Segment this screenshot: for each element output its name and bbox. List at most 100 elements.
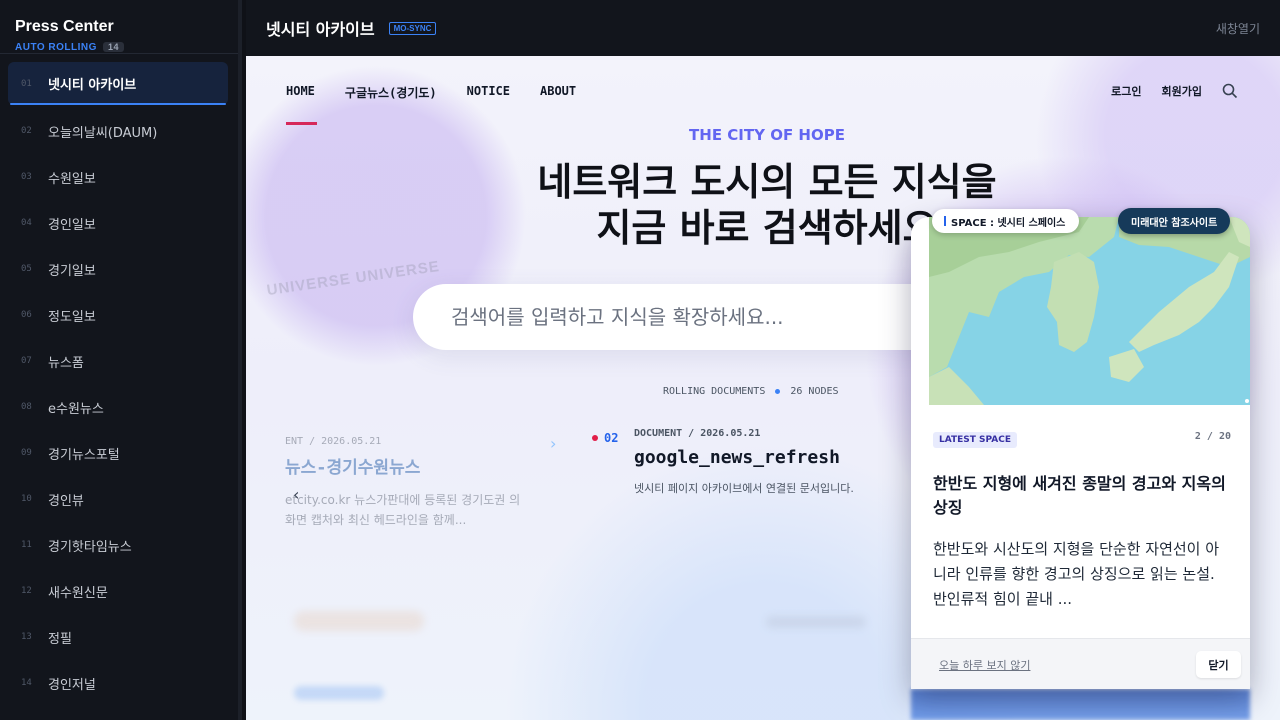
viewer-title: 넷시티 아카이브 bbox=[266, 20, 375, 39]
sidebar-item-label: 새수원신문 bbox=[48, 585, 108, 601]
chip-accent-icon bbox=[944, 216, 946, 226]
sidebar-item-number: 09 bbox=[21, 448, 32, 458]
chevron-right-icon[interactable]: › bbox=[550, 434, 556, 453]
sidebar-item-e-suwon-news[interactable]: 08 e수원뉴스 bbox=[8, 384, 228, 430]
document-title: 뉴스-경기수원뉴스 bbox=[285, 458, 421, 478]
nav-google-news[interactable]: 구글뉴스(경기도) bbox=[345, 84, 437, 101]
nav-about[interactable]: ABOUT bbox=[540, 84, 576, 101]
sidebar-item-label: 경인일보 bbox=[48, 217, 96, 233]
sidebar-item-label: 정도일보 bbox=[48, 309, 96, 325]
universe-watermark: UNIVERSE UNIVERSE bbox=[265, 257, 441, 300]
rolling-dot-icon bbox=[775, 389, 781, 394]
sidebar-item-number: 14 bbox=[21, 678, 32, 688]
sidebar-item-kyeonggi-ilbo[interactable]: 05 경기일보 bbox=[8, 246, 228, 292]
hide-today-link[interactable]: 오늘 하루 보지 않기 bbox=[939, 657, 1030, 673]
item-count-badge: 14 bbox=[102, 42, 124, 52]
sidebar-item-number: 13 bbox=[21, 632, 32, 642]
sidebar-item-label: 경인뷰 bbox=[48, 493, 84, 509]
sidebar-item-newsform[interactable]: 07 뉴스폼 bbox=[8, 338, 228, 384]
sidebar-item-number: 03 bbox=[21, 172, 32, 182]
sidebar-item-label: e수원뉴스 bbox=[48, 401, 104, 417]
popup-backdrop-band bbox=[911, 689, 1250, 720]
signup-link[interactable]: 회원가입 bbox=[1162, 83, 1202, 99]
sidebar-item-label: 경기뉴스포털 bbox=[48, 447, 120, 463]
site-nav: HOME 구글뉴스(경기도) NOTICE ABOUT bbox=[286, 84, 576, 101]
popup-footer: 오늘 하루 보지 않기 닫기 bbox=[911, 638, 1250, 689]
document-description: 넷시티 페이지 아카이브에서 연결된 문서입니다. bbox=[634, 482, 854, 495]
sidebar-item-number: 01 bbox=[21, 78, 32, 89]
popup-title: 한반도 지형에 새겨진 종말의 경고와 지옥의 상징 bbox=[933, 474, 1226, 517]
sidebar-subtitle: AUTO ROLLING 14 bbox=[15, 42, 223, 53]
document-description: etcity.co.kr 뉴스가판대에 등록된 경기도권 의 화면 캡처와 최신… bbox=[285, 493, 521, 528]
sidebar-item-kyeongin-view[interactable]: 10 경인뷰 bbox=[8, 476, 228, 522]
sidebar-item-label: 오늘의날씨(DAUM) bbox=[48, 125, 158, 141]
sidebar-item-weather-daum[interactable]: 02 오늘의날씨(DAUM) bbox=[8, 108, 228, 154]
sidebar-item-suwon-ilbo[interactable]: 03 수원일보 bbox=[8, 154, 228, 200]
sidebar-item-label: 경기일보 bbox=[48, 263, 96, 279]
viewer-topbar: 넷시티 아카이브 MO-SYNC 새창열기 bbox=[246, 0, 1280, 56]
sidebar-item-jeongpil[interactable]: 13 정필 bbox=[8, 614, 228, 660]
sidebar-item-netcity-archive[interactable]: 01 넷시티 아카이브 bbox=[8, 62, 228, 105]
sidebar-list: 01 넷시티 아카이브 02 오늘의날씨(DAUM) 03 수원일보 04 경인일보 0… bbox=[0, 54, 238, 706]
document-body: DOCUMENT / 2026.05.21 google_news_refres… bbox=[634, 428, 922, 496]
sync-badge: MO-SYNC bbox=[388, 21, 437, 35]
latest-space-tag: LATEST SPACE bbox=[933, 432, 1018, 448]
sidebar-item-label: 경인저널 bbox=[48, 677, 96, 693]
hero-kicker: THE CITY OF HOPE bbox=[689, 126, 845, 144]
sidebar-item-number: 08 bbox=[21, 402, 32, 412]
nav-notice[interactable]: NOTICE bbox=[467, 84, 510, 101]
search-box bbox=[413, 284, 953, 350]
nav-active-indicator bbox=[286, 122, 317, 125]
sidebar-item-label: 정필 bbox=[48, 631, 72, 647]
sidebar-item-number: 10 bbox=[21, 494, 32, 504]
sidebar-title: Press Center bbox=[15, 18, 114, 35]
close-button[interactable]: 닫기 bbox=[1196, 651, 1241, 678]
sidebar-item-label: 수원일보 bbox=[48, 171, 96, 187]
sidebar-item-kyeongin-journal[interactable]: 14 경인저널 bbox=[8, 660, 228, 706]
sidebar-item-number: 12 bbox=[21, 586, 32, 596]
active-dot-icon bbox=[592, 435, 598, 441]
sidebar-item-number: 05 bbox=[21, 264, 32, 274]
blurred-tag bbox=[294, 686, 384, 700]
sidebar-item-jeongdo-ilbo[interactable]: 06 정도일보 bbox=[8, 292, 228, 338]
sidebar-item-number: 02 bbox=[21, 126, 32, 136]
login-link[interactable]: 로그인 bbox=[1111, 83, 1141, 99]
sidebar-item-kyeongin-ilbo[interactable]: 04 경인일보 bbox=[8, 200, 228, 246]
current-document-card[interactable]: 02 DOCUMENT / 2026.05.21 google_news_ref… bbox=[592, 428, 922, 496]
search-input[interactable] bbox=[413, 284, 953, 350]
reference-site-button[interactable]: 미래대안 참조사이트 bbox=[1118, 208, 1231, 234]
sidebar-item-label: 넷시티 아카이브 bbox=[48, 78, 137, 93]
open-new-window-link[interactable]: 새창열기 bbox=[1216, 20, 1260, 37]
document-index: 02 bbox=[592, 431, 618, 445]
sidebar-item-gyeonggi-hottime-news[interactable]: 11 경기핫타임뉴스 bbox=[8, 522, 228, 568]
blurred-tag bbox=[294, 611, 424, 631]
document-title: google_news_refresh bbox=[634, 447, 840, 468]
korean-peninsula-map-image bbox=[929, 217, 1250, 405]
sidebar-item-number: 04 bbox=[21, 218, 32, 228]
sidebar-item-number: 11 bbox=[21, 540, 32, 550]
sidebar-item-new-suwon-shinmun[interactable]: 12 새수원신문 bbox=[8, 568, 228, 614]
popup-page-indicator: 2 / 20 bbox=[1194, 431, 1231, 442]
space-popup: LATEST SPACE 2 / 20 한반도 지형에 새겨진 종말의 경고와 … bbox=[911, 217, 1250, 689]
sidebar-item-gyeonggi-news-portal[interactable]: 09 경기뉴스포털 bbox=[8, 430, 228, 476]
sidebar-item-number: 07 bbox=[21, 356, 32, 366]
popup-description: 한반도와 시산도의 지형을 단순한 자연선이 아니라 인류를 향한 경고의 상징… bbox=[933, 540, 1220, 608]
chevron-left-icon[interactable]: ‹ bbox=[293, 485, 299, 504]
sidebar-item-label: 경기핫타임뉴스 bbox=[48, 539, 132, 555]
previous-document-card[interactable]: ENT / 2026.05.21 뉴스-경기수원뉴스 etcity.co.kr … bbox=[285, 436, 535, 531]
document-index-number: 02 bbox=[604, 431, 619, 445]
sidebar-item-label: 뉴스폼 bbox=[48, 355, 84, 371]
nav-home[interactable]: HOME bbox=[286, 84, 315, 101]
popup-body: LATEST SPACE 2 / 20 한반도 지형에 새겨진 종말의 경고와 … bbox=[933, 427, 1231, 611]
headline-line-1: 네트워크 도시의 모든 지식을 bbox=[537, 160, 997, 204]
rolling-status: ROLLING DOCUMENTS 26 NODES bbox=[663, 386, 839, 397]
search-icon[interactable] bbox=[1222, 83, 1238, 99]
sidebar-item-number: 06 bbox=[21, 310, 32, 320]
map-graphic bbox=[929, 217, 1250, 405]
press-center-sidebar: Press Center AUTO ROLLING 14 01 넷시티 아카이브 0… bbox=[0, 0, 242, 720]
document-meta: DOCUMENT / 2026.05.21 bbox=[634, 428, 761, 439]
account-nav: 로그인 회원가입 bbox=[1111, 83, 1238, 99]
document-meta: ENT / 2026.05.21 bbox=[285, 436, 382, 447]
blurred-text bbox=[766, 616, 866, 628]
sidebar-header: Press Center AUTO ROLLING 14 bbox=[0, 0, 238, 54]
